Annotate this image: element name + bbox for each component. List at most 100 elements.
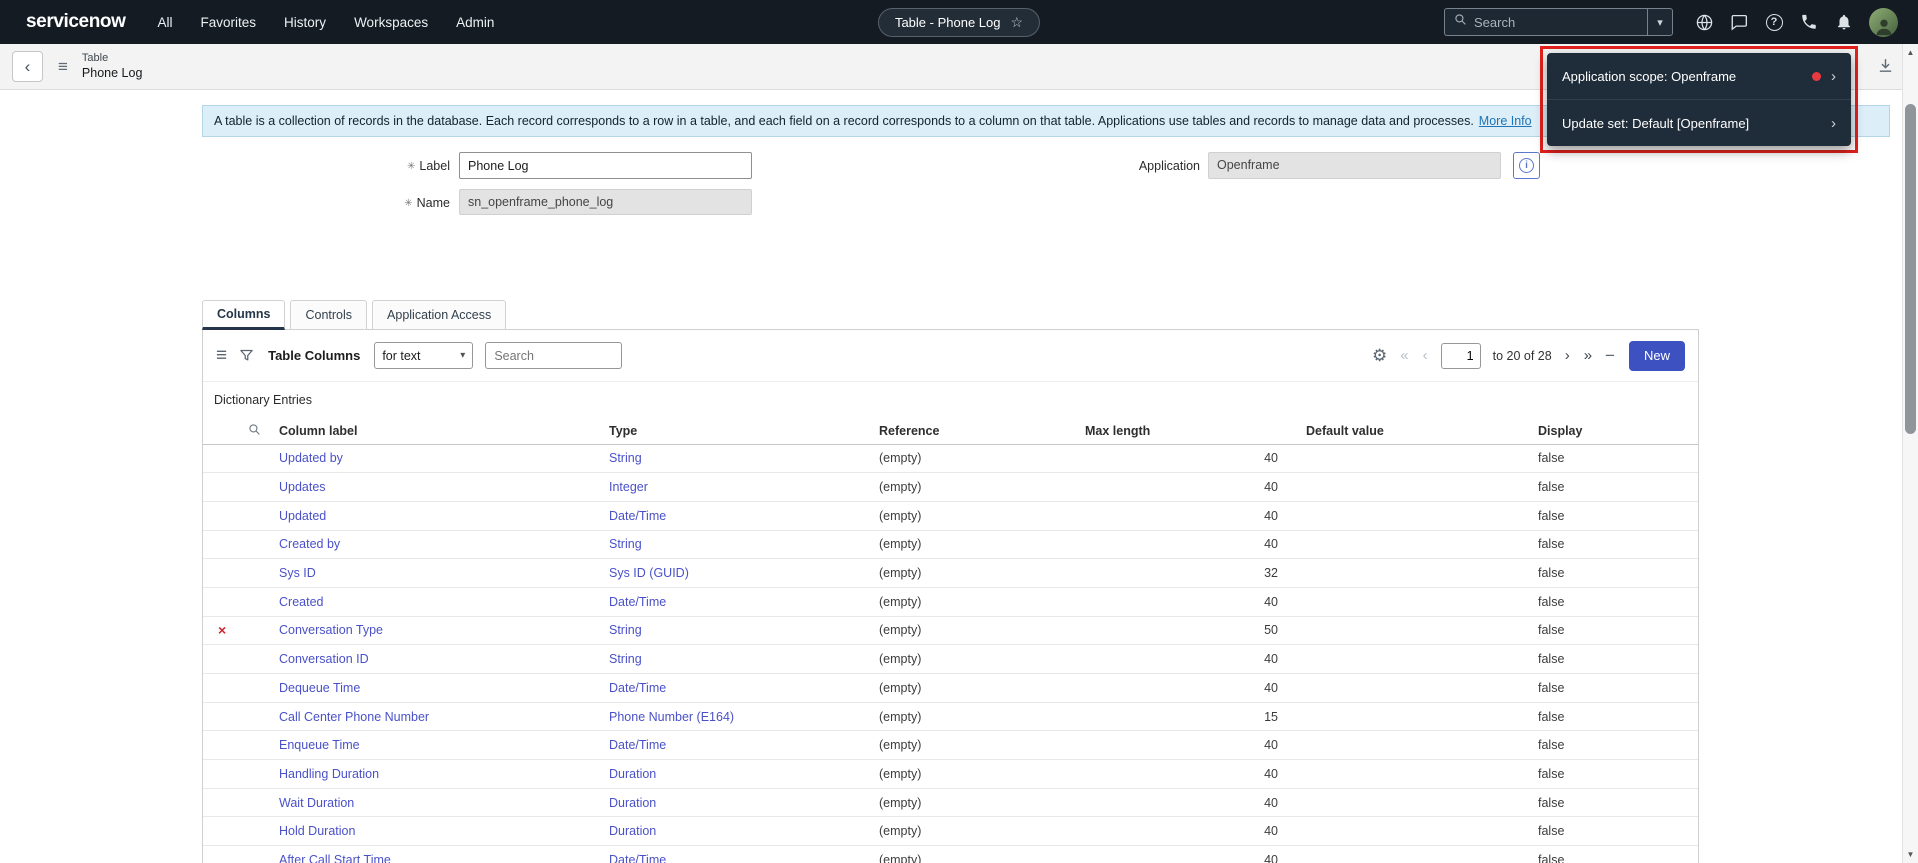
default-value-cell — [1300, 846, 1532, 863]
type-link[interactable]: String — [609, 652, 642, 666]
header-display[interactable]: Display — [1532, 418, 1698, 444]
current-record-pill[interactable]: Table - Phone Log ☆ — [878, 8, 1040, 37]
type-link[interactable]: Date/Time — [609, 681, 666, 695]
nav-item-favorites[interactable]: Favorites — [201, 15, 257, 30]
last-page-button[interactable]: » — [1583, 347, 1593, 364]
personalize-list-gear-icon[interactable]: ⚙ — [1372, 346, 1387, 366]
application-info-button[interactable]: i — [1513, 152, 1540, 179]
header-max-length[interactable]: Max length — [1079, 418, 1300, 444]
tab-columns[interactable]: Columns — [202, 300, 285, 330]
filter-funnel-icon[interactable] — [239, 348, 254, 363]
first-page-button[interactable]: « — [1399, 347, 1409, 364]
column-label-link[interactable]: Conversation ID — [279, 652, 369, 666]
table-header-row: Column label Type Reference Max length D… — [203, 418, 1698, 444]
type-link[interactable]: Date/Time — [609, 853, 666, 863]
search-options-caret[interactable]: ▾ — [1647, 8, 1673, 36]
type-link[interactable]: Phone Number (E164) — [609, 710, 734, 724]
column-label-link[interactable]: After Call Start Time — [279, 853, 391, 863]
row-flag-cell — [203, 559, 273, 588]
type-link[interactable]: Sys ID (GUID) — [609, 566, 689, 580]
favorite-star-icon[interactable]: ☆ — [1010, 14, 1023, 31]
previous-page-button[interactable]: ‹ — [1422, 347, 1429, 364]
form-context-menu-icon[interactable]: ≡ — [58, 57, 68, 77]
vertical-scrollbar[interactable]: ▲ ▼ — [1902, 44, 1918, 863]
global-search-input[interactable] — [1474, 15, 1650, 30]
search-column-dropdown[interactable]: for text ▾ — [374, 342, 473, 369]
pagination-range-text: to 20 of 28 — [1493, 349, 1552, 363]
invalid-x-icon[interactable]: × — [218, 622, 226, 638]
header-reference[interactable]: Reference — [873, 418, 1079, 444]
nav-item-history[interactable]: History — [284, 15, 326, 30]
column-label-link[interactable]: Wait Duration — [279, 796, 354, 810]
default-value-cell — [1300, 444, 1532, 473]
list-search-input[interactable] — [485, 342, 622, 369]
type-link[interactable]: String — [609, 537, 642, 551]
phone-icon[interactable] — [1799, 12, 1819, 32]
list-context-menu-icon[interactable]: ≡ — [216, 346, 227, 365]
default-value-cell — [1300, 559, 1532, 588]
column-label-link[interactable]: Enqueue Time — [279, 738, 360, 752]
update-set-menu-item[interactable]: Update set: Default [Openframe] › — [1547, 99, 1851, 146]
page-number-input[interactable] — [1441, 343, 1481, 369]
chat-icon[interactable] — [1729, 12, 1749, 32]
columns-list-container: ≡ Table Columns for text ▾ ⚙ « ‹ to 20 o… — [202, 329, 1699, 863]
type-link[interactable]: Duration — [609, 767, 656, 781]
scroll-up-arrow[interactable]: ▲ — [1903, 48, 1918, 57]
type-link[interactable]: Integer — [609, 480, 648, 494]
column-label-link[interactable]: Dequeue Time — [279, 681, 360, 695]
column-label-link[interactable]: Hold Duration — [279, 824, 355, 838]
servicenow-logo[interactable]: servicenow — [26, 11, 126, 33]
record-category: Table — [82, 52, 142, 66]
back-button[interactable]: ‹ — [12, 51, 43, 82]
type-link[interactable]: Date/Time — [609, 595, 666, 609]
label-input[interactable] — [459, 152, 752, 179]
tab-application-access[interactable]: Application Access — [372, 300, 506, 330]
download-icon[interactable] — [1877, 57, 1894, 79]
row-flag-cell — [203, 473, 273, 502]
row-flag-cell — [203, 674, 273, 703]
type-link[interactable]: Date/Time — [609, 509, 666, 523]
scrollbar-thumb[interactable] — [1905, 104, 1916, 434]
column-label-link[interactable]: Updated — [279, 509, 326, 523]
type-link[interactable]: Duration — [609, 824, 656, 838]
back-chevron-icon: ‹ — [25, 57, 31, 77]
nav-item-admin[interactable]: Admin — [456, 15, 494, 30]
column-label-link[interactable]: Call Center Phone Number — [279, 710, 429, 724]
user-avatar[interactable] — [1869, 8, 1898, 37]
header-column-label[interactable]: Column label — [273, 418, 603, 444]
more-info-link[interactable]: More Info — [1479, 114, 1532, 128]
tab-controls[interactable]: Controls — [290, 300, 367, 330]
column-label-link[interactable]: Sys ID — [279, 566, 316, 580]
new-button[interactable]: New — [1629, 341, 1685, 371]
reference-cell: (empty) — [873, 760, 1079, 789]
search-icon — [1454, 13, 1467, 31]
header-type[interactable]: Type — [603, 418, 873, 444]
next-page-button[interactable]: › — [1564, 347, 1571, 364]
minimize-list-icon[interactable]: − — [1605, 346, 1615, 366]
header-default-value[interactable]: Default value — [1300, 418, 1532, 444]
column-label-link[interactable]: Created by — [279, 537, 340, 551]
column-label-link[interactable]: Updated by — [279, 451, 343, 465]
scroll-down-arrow[interactable]: ▼ — [1903, 850, 1918, 859]
type-link[interactable]: Duration — [609, 796, 656, 810]
type-link[interactable]: String — [609, 451, 642, 465]
application-scope-menu-item[interactable]: Application scope: Openframe › — [1547, 53, 1851, 99]
nav-item-all[interactable]: All — [158, 15, 173, 30]
type-link[interactable]: Date/Time — [609, 738, 666, 752]
help-icon[interactable]: ? — [1764, 12, 1784, 32]
column-label-link[interactable]: Created — [279, 595, 323, 609]
column-label-link[interactable]: Handling Duration — [279, 767, 379, 781]
nav-item-workspaces[interactable]: Workspaces — [354, 15, 428, 30]
column-label-link[interactable]: Updates — [279, 480, 326, 494]
type-link[interactable]: String — [609, 623, 642, 637]
display-cell: false — [1532, 731, 1698, 760]
column-label-link[interactable]: Conversation Type — [279, 623, 383, 637]
global-search[interactable] — [1444, 8, 1647, 36]
notifications-bell-icon[interactable] — [1834, 12, 1854, 32]
table-row: Wait DurationDuration(empty)40false — [203, 788, 1698, 817]
reference-cell: (empty) — [873, 444, 1079, 473]
column-search-icon[interactable] — [248, 425, 261, 439]
reference-cell: (empty) — [873, 702, 1079, 731]
table-row: Sys IDSys ID (GUID)(empty)32false — [203, 559, 1698, 588]
scope-globe-icon[interactable] — [1694, 12, 1714, 32]
